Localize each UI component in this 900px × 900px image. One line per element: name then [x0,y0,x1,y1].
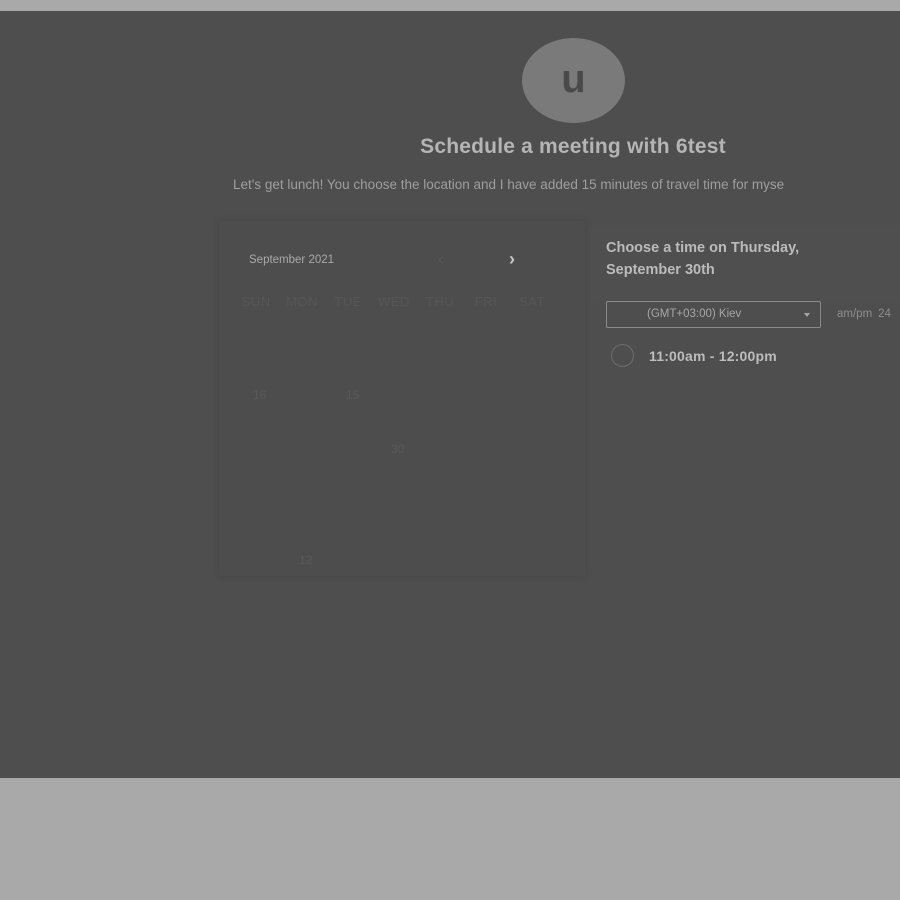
page-title: Schedule a meeting with 6test [420,135,726,158]
host-avatar: u [522,38,625,123]
calendar-panel: September 2021 ‹ › SUN MON TUE WED THU F… [219,221,585,576]
format-24-option[interactable]: 24 [878,308,891,320]
event-description: Let's get lunch! You choose the location… [233,177,785,192]
calendar-day[interactable]: 15 [346,388,359,402]
time-slot-radio[interactable] [611,344,634,367]
weekday-sun: SUN [241,294,271,309]
timezone-select[interactable]: (GMT+03:00) Kiev [606,301,821,328]
caret-down-icon [804,313,810,317]
calendar-day[interactable]: 16 [253,388,266,402]
chevron-right-icon[interactable]: › [502,247,522,271]
time-panel-heading: Choose a time on Thursday, September 30t… [606,240,800,278]
time-slot[interactable]: 11:00am - 12:00pm [611,344,777,367]
weekday-sat: SAT [519,294,545,309]
overlay-backdrop: u Schedule a meeting with 6test Let's ge… [0,11,900,778]
weekday-mon: MON [286,294,318,309]
avatar-initial: u [561,56,586,101]
weekday-wed: WED [378,294,410,309]
weekday-thu: THU [425,294,455,309]
time-slot-label: 11:00am - 12:00pm [649,347,777,364]
time-format-toggle: am/pm 24 [837,308,891,320]
weekday-tue: TUE [334,294,362,309]
format-ampm-option[interactable]: am/pm [837,308,872,320]
chevron-left-icon[interactable]: ‹ [431,247,451,271]
calendar-month-label: September 2021 [249,254,335,266]
weekday-header-row: SUN MON TUE WED THU FRI SAT [233,294,555,309]
calendar-day-selected[interactable]: 30 [391,442,404,456]
weekday-fri: FRI [474,294,498,309]
calendar-day[interactable]: 12 [299,553,312,567]
timezone-value: (GMT+03:00) Kiev [647,308,742,320]
